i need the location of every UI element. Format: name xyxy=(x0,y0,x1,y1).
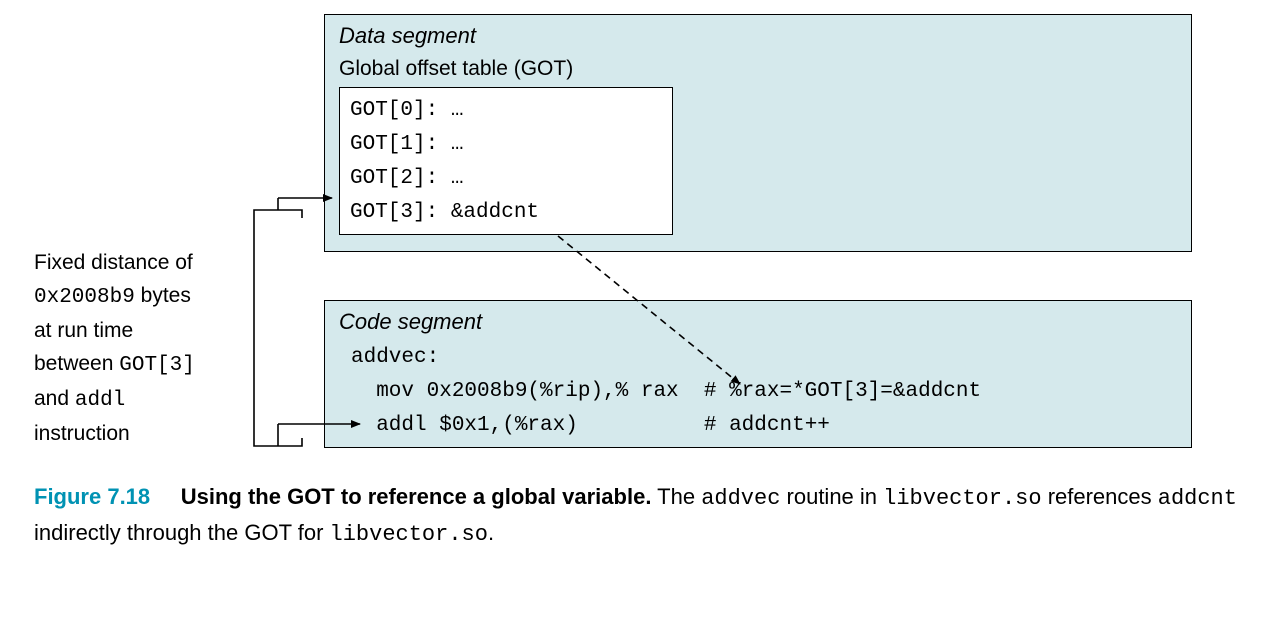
got-entry-0: GOT[0]: … xyxy=(350,94,662,128)
got-entry-2: GOT[2]: … xyxy=(350,162,662,196)
code-line-2-pad xyxy=(578,414,704,437)
caption-text-c: routine in xyxy=(780,484,883,509)
bracket-top-arrow xyxy=(254,210,302,218)
data-segment-title: Data segment xyxy=(339,23,476,49)
caption-libvector-1: libvector.so xyxy=(883,486,1041,511)
caption-addvec: addvec xyxy=(701,486,780,511)
caption-addcnt: addcnt xyxy=(1158,486,1237,511)
annotation-line6: instruction xyxy=(34,417,195,450)
annotation-line4: between GOT[3] xyxy=(34,347,195,382)
figure-caption: Figure 7.18 Using the GOT to reference a… xyxy=(34,480,1246,552)
caption-title: Using the GOT to reference a global vari… xyxy=(181,484,652,509)
code-label: addvec: xyxy=(351,341,981,375)
got-entry-1: GOT[1]: … xyxy=(350,128,662,162)
code-lines: addvec: mov 0x2008b9(%rip),% rax # %rax=… xyxy=(351,341,981,443)
annotation-line5-addl: addl xyxy=(75,389,125,412)
annotation-line5: and addl xyxy=(34,382,195,417)
code-line-1: mov 0x2008b9(%rip),% rax # %rax=*GOT[3]=… xyxy=(351,375,981,409)
data-segment-box: Data segment Global offset table (GOT) G… xyxy=(324,14,1192,252)
bracket-bottom-arrow xyxy=(254,438,302,446)
caption-text-a: The xyxy=(651,484,701,509)
caption-text-i: . xyxy=(488,520,494,545)
code-line-2-instr: addl $0x1,(%rax) xyxy=(351,414,578,437)
annotation-line3: at run time xyxy=(34,314,195,347)
figure-number: Figure 7.18 xyxy=(34,484,150,509)
annotation-line2-b: bytes xyxy=(135,284,191,307)
annotation-line4-a: between xyxy=(34,352,119,375)
code-segment-title: Code segment xyxy=(339,309,482,335)
code-line-1-instr: mov 0x2008b9(%rip),% rax xyxy=(351,380,679,403)
distance-annotation: Fixed distance of 0x2008b9 bytes at run … xyxy=(34,246,195,450)
got-title: Global offset table (GOT) xyxy=(339,57,573,81)
code-segment-box: Code segment addvec: mov 0x2008b9(%rip),… xyxy=(324,300,1192,448)
code-line-2-comment: # addcnt++ xyxy=(704,414,830,437)
caption-libvector-2: libvector.so xyxy=(330,522,488,547)
annotation-line1: Fixed distance of xyxy=(34,246,195,279)
code-line-2: addl $0x1,(%rax) # addcnt++ xyxy=(351,409,981,443)
caption-text-g: indirectly through the GOT for xyxy=(34,520,330,545)
got-entry-3: GOT[3]: &addcnt xyxy=(350,196,662,230)
annotation-line4-got: GOT[3] xyxy=(119,354,195,377)
code-line-1-comment: # %rax=*GOT[3]=&addcnt xyxy=(679,380,981,403)
caption-text-e: references xyxy=(1042,484,1158,509)
got-box: GOT[0]: … GOT[1]: … GOT[2]: … GOT[3]: &a… xyxy=(339,87,673,235)
figure-canvas: Data segment Global offset table (GOT) G… xyxy=(0,0,1280,636)
annotation-line2-hex: 0x2008b9 xyxy=(34,286,135,309)
annotation-line5-a: and xyxy=(34,387,75,410)
annotation-line2: 0x2008b9 bytes xyxy=(34,279,195,314)
